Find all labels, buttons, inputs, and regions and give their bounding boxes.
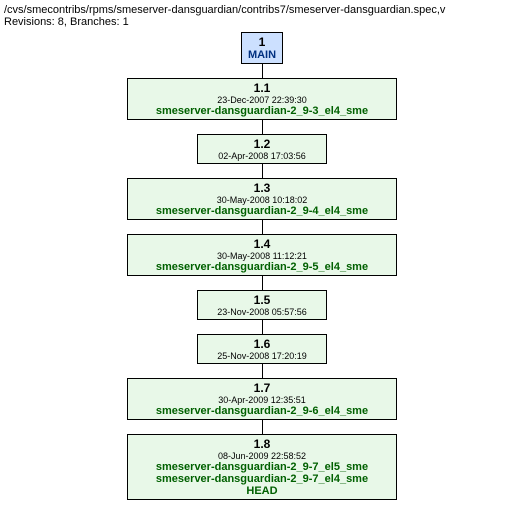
revision-number: 1.7	[132, 381, 392, 395]
branch-label: MAIN	[246, 49, 278, 61]
revision-date: 30-Apr-2009 12:35:51	[132, 395, 392, 405]
connector-line	[262, 64, 263, 78]
revision-date: 25-Nov-2008 17:20:19	[202, 351, 322, 361]
revision-number: 1.8	[132, 437, 392, 451]
revision-node[interactable]: 1.5 23-Nov-2008 05:57:56	[197, 290, 327, 320]
connector-line	[262, 120, 263, 134]
revision-node[interactable]: 1.8 08-Jun-2009 22:58:52 smeserver-dansg…	[127, 434, 397, 500]
file-path: /cvs/smecontribs/rpms/smeserver-dansguar…	[4, 4, 520, 16]
revision-date: 30-May-2008 10:18:02	[132, 195, 392, 205]
connector-line	[262, 276, 263, 290]
branch-number: 1	[246, 35, 278, 49]
revision-date: 23-Nov-2008 05:57:56	[202, 307, 322, 317]
revision-number: 1.5	[202, 293, 322, 307]
revision-tag: smeserver-dansguardian-2_9-4_el4_sme	[132, 205, 392, 217]
revision-date: 02-Apr-2008 17:03:56	[202, 151, 322, 161]
revision-date: 23-Dec-2007 22:39:30	[132, 95, 392, 105]
revision-node[interactable]: 1.4 30-May-2008 11:12:21 smeserver-dansg…	[127, 234, 397, 276]
revision-tag: smeserver-dansguardian-2_9-6_el4_sme	[132, 405, 392, 417]
connector-line	[262, 320, 263, 334]
connector-line	[262, 420, 263, 434]
revision-tag: smeserver-dansguardian-2_9-3_el4_sme	[132, 105, 392, 117]
revision-tag: smeserver-dansguardian-2_9-7_el4_sme	[132, 473, 392, 485]
revision-node[interactable]: 1.7 30-Apr-2009 12:35:51 smeserver-dansg…	[127, 378, 397, 420]
revision-node[interactable]: 1.1 23-Dec-2007 22:39:30 smeserver-dansg…	[127, 78, 397, 120]
revision-node[interactable]: 1.6 25-Nov-2008 17:20:19	[197, 334, 327, 364]
revision-date: 08-Jun-2009 22:58:52	[132, 451, 392, 461]
revision-tag: smeserver-dansguardian-2_9-7_el5_sme	[132, 461, 392, 473]
revision-date: 30-May-2008 11:12:21	[132, 251, 392, 261]
revision-number: 1.4	[132, 237, 392, 251]
revision-tag: smeserver-dansguardian-2_9-5_el4_sme	[132, 261, 392, 273]
revision-number: 1.1	[132, 81, 392, 95]
revision-node[interactable]: 1.2 02-Apr-2008 17:03:56	[197, 134, 327, 164]
revision-number: 1.3	[132, 181, 392, 195]
revision-summary: Revisions: 8, Branches: 1	[4, 16, 520, 28]
revision-number: 1.2	[202, 137, 322, 151]
revision-tag: HEAD	[132, 485, 392, 497]
revision-number: 1.6	[202, 337, 322, 351]
connector-line	[262, 164, 263, 178]
revision-graph: 1 MAIN 1.1 23-Dec-2007 22:39:30 smeserve…	[4, 32, 520, 522]
connector-line	[262, 364, 263, 378]
branch-node-main[interactable]: 1 MAIN	[241, 32, 283, 64]
revision-node[interactable]: 1.3 30-May-2008 10:18:02 smeserver-dansg…	[127, 178, 397, 220]
connector-line	[262, 220, 263, 234]
